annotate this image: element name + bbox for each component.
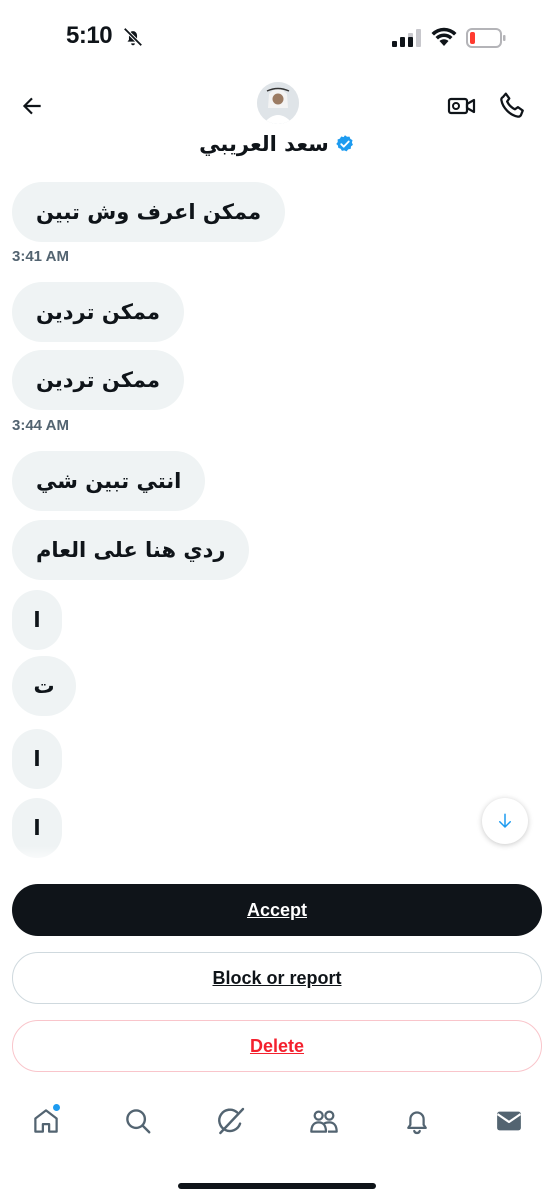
notifications-icon xyxy=(407,1111,427,1135)
phone-icon xyxy=(500,92,524,118)
message-bubble[interactable]: ا xyxy=(12,590,62,650)
message-timestamp: 3:44 AM xyxy=(12,417,69,434)
message-timestamp: 3:41 AM xyxy=(12,248,69,265)
message-list[interactable]: ممكن اعرف وش تبين 3:41 AM ممكن تردين ممك… xyxy=(0,176,554,866)
contact-name: سعد العريبي xyxy=(199,132,329,156)
home-indicator xyxy=(178,1183,376,1189)
scroll-to-bottom-button[interactable] xyxy=(482,798,528,844)
bottom-navigation xyxy=(0,1094,554,1158)
back-button[interactable] xyxy=(16,90,48,122)
wifi-icon xyxy=(431,27,457,46)
communities-icon xyxy=(310,1110,338,1133)
status-time: 5:10 xyxy=(66,22,113,49)
phone-call-button[interactable] xyxy=(497,89,529,121)
nav-search[interactable] xyxy=(121,1104,155,1138)
conversation-header: سعد العريبي xyxy=(0,76,554,168)
message-bubble[interactable]: انتي تبين شي xyxy=(12,451,206,511)
accept-button[interactable]: Accept xyxy=(12,884,542,936)
bell-slash-icon xyxy=(123,27,143,47)
back-arrow-icon xyxy=(22,97,41,115)
message-bubble[interactable]: ردي هنا على العام xyxy=(12,520,250,580)
video-call-icon xyxy=(447,97,476,115)
block-or-report-button[interactable]: Block or report xyxy=(12,952,542,1004)
video-call-button[interactable] xyxy=(446,90,478,122)
delete-button[interactable]: Delete xyxy=(12,1020,542,1072)
status-bar: 5:10 xyxy=(0,0,554,76)
nav-messages[interactable] xyxy=(492,1104,526,1138)
list-fade xyxy=(0,846,554,866)
cellular-signal-icon xyxy=(392,29,421,47)
verified-badge-icon xyxy=(336,135,353,152)
message-bubble[interactable]: ممكن تردين xyxy=(12,350,185,410)
grok-icon xyxy=(218,1107,245,1135)
nav-notifications[interactable] xyxy=(400,1104,434,1138)
messages-icon xyxy=(496,1111,522,1131)
search-icon xyxy=(126,1109,151,1134)
avatar[interactable] xyxy=(257,82,299,124)
avatar-image xyxy=(257,82,299,124)
message-bubble[interactable]: ممكن تردين xyxy=(12,282,185,342)
battery-low-icon xyxy=(466,28,506,48)
arrow-down-icon xyxy=(499,813,511,828)
message-bubble[interactable]: ممكن اعرف وش تبين xyxy=(12,182,286,242)
home-notification-dot xyxy=(53,1104,60,1111)
message-bubble[interactable]: ا xyxy=(12,729,62,789)
nav-grok[interactable] xyxy=(214,1104,248,1138)
message-bubble[interactable]: ت xyxy=(12,656,76,716)
nav-communities[interactable] xyxy=(307,1104,341,1138)
contact-name-row[interactable]: سعد العريبي xyxy=(0,132,554,156)
